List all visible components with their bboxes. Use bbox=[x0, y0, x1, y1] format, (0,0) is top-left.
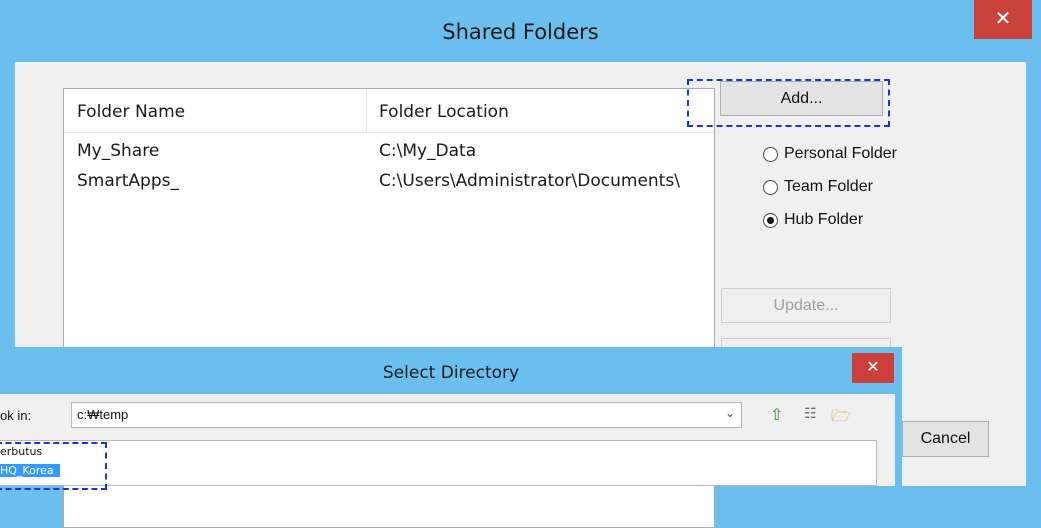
close-button[interactable]: ✕ bbox=[974, 0, 1032, 39]
select-directory-title: Select Directory bbox=[382, 363, 520, 383]
cancel-button[interactable]: Cancel bbox=[902, 421, 989, 457]
dialog-title: Shared Folders bbox=[442, 20, 599, 44]
row-2-name[interactable]: SmartApps_ bbox=[77, 171, 179, 191]
radio-checked-icon bbox=[763, 213, 778, 228]
radio-label: Team Folder bbox=[784, 178, 873, 195]
list-header: Folder Name Folder Location bbox=[64, 89, 714, 133]
radio-circle-icon bbox=[763, 180, 778, 195]
list-view-icon[interactable]: ☷ bbox=[804, 405, 817, 422]
row-1-location[interactable]: C:\My_Data bbox=[379, 141, 713, 161]
column-header-folder-location[interactable]: Folder Location bbox=[379, 89, 509, 132]
select-directory-client: ok in: c:₩temp ⌄ ⇧ ☷ 🗁 erbutus HQ_Korea bbox=[0, 394, 895, 490]
look-in-value: c:₩temp bbox=[77, 407, 129, 422]
highlight-box bbox=[0, 442, 107, 490]
radio-label: Hub Folder bbox=[784, 211, 864, 228]
look-in-combobox[interactable]: c:₩temp ⌄ bbox=[71, 402, 742, 428]
look-in-label: ok in: bbox=[0, 408, 32, 423]
row-2-location[interactable]: C:\Users\Administrator\Documents\ bbox=[379, 171, 713, 191]
row-1-name[interactable]: My_Share bbox=[77, 141, 159, 161]
column-separator[interactable] bbox=[366, 89, 367, 132]
radio-circle-icon bbox=[763, 147, 778, 162]
directory-tree[interactable]: erbutus HQ_Korea bbox=[0, 440, 877, 490]
select-directory-dialog: Select Directory ✕ ok in: c:₩temp ⌄ ⇧ ☷ … bbox=[0, 347, 902, 490]
close-button[interactable]: ✕ bbox=[852, 353, 894, 383]
chevron-down-icon[interactable]: ⌄ bbox=[725, 406, 735, 420]
column-header-folder-name[interactable]: Folder Name bbox=[77, 89, 185, 132]
new-folder-icon[interactable]: 🗁 bbox=[831, 405, 851, 432]
radio-label: Personal Folder bbox=[784, 145, 897, 162]
highlight-box bbox=[687, 79, 890, 127]
update-button[interactable]: Update... bbox=[721, 288, 891, 323]
up-folder-icon[interactable]: ⇧ bbox=[770, 405, 783, 425]
